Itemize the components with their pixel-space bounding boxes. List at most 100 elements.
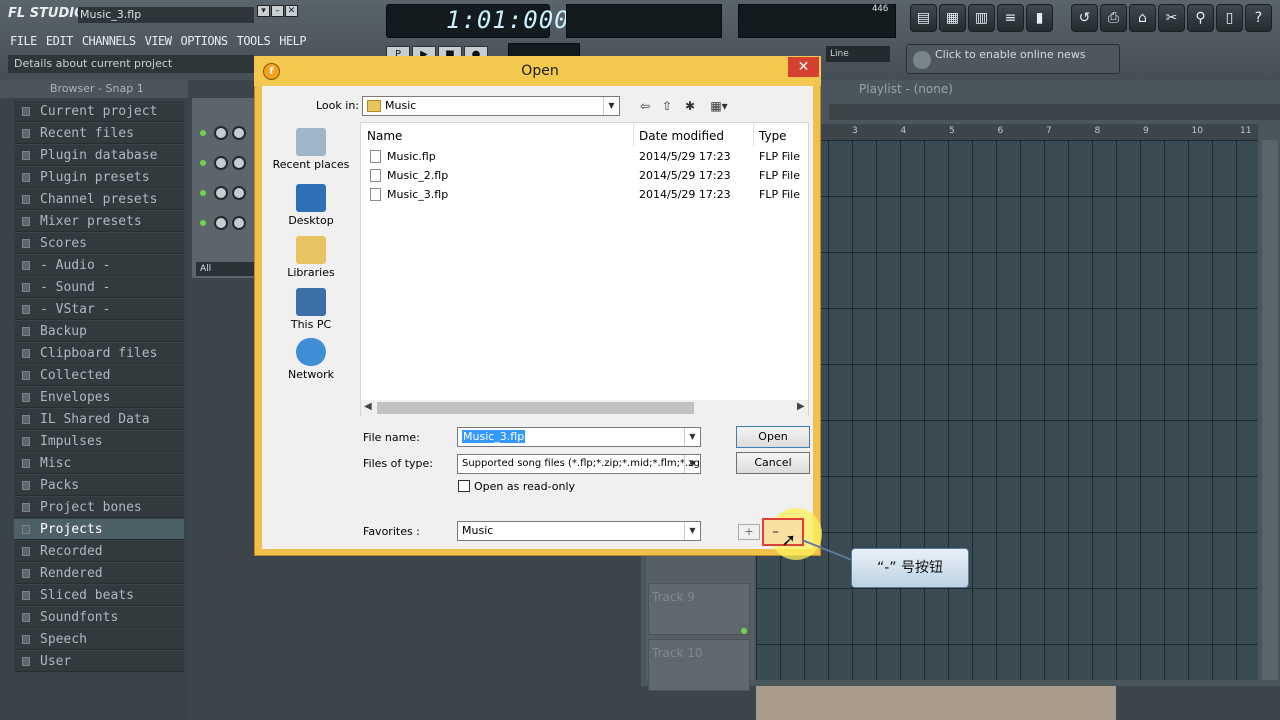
browser-item[interactable]: Misc (14, 453, 184, 474)
up-folder-icon[interactable]: ⇧ (659, 99, 675, 113)
add-favorite-icon[interactable]: + (738, 524, 760, 540)
browser-item[interactable]: Plugin database (14, 145, 184, 166)
save-icon[interactable]: ⎙ (1100, 4, 1127, 32)
column-date[interactable]: Date modified (639, 129, 724, 143)
browser-item[interactable]: Backup (14, 321, 184, 342)
browser-item[interactable]: - VStar - (14, 299, 184, 320)
track-led[interactable] (741, 628, 747, 634)
browser-item[interactable]: Recent files (14, 123, 184, 144)
browser-item[interactable]: Recorded (14, 541, 184, 562)
browser-item[interactable]: Soundfonts (14, 607, 184, 628)
pan-knob[interactable] (232, 186, 246, 200)
back-icon[interactable]: ⇦ (637, 99, 653, 113)
browser-item[interactable]: Impulses (14, 431, 184, 452)
folder-icon (22, 459, 30, 468)
menu-options[interactable]: OPTIONS (181, 34, 229, 48)
playlist-grid[interactable] (756, 140, 1258, 680)
mixer-icon[interactable]: ▮ (1026, 4, 1053, 32)
playlist-icon[interactable]: ▤ (910, 4, 937, 32)
close-window-icon[interactable]: ✕ (285, 5, 298, 17)
browser-item[interactable]: Rendered (14, 563, 184, 584)
news-icon (913, 51, 931, 69)
browser-item[interactable]: - Audio - (14, 255, 184, 276)
browser-item[interactable]: Sliced beats (14, 585, 184, 606)
read-only-checkbox[interactable] (458, 480, 470, 492)
column-type[interactable]: Type (759, 129, 787, 143)
browser-item[interactable]: Projects (14, 519, 184, 540)
notes-icon[interactable]: ▯ (1216, 4, 1243, 32)
place-this-pc[interactable]: This PC (270, 288, 352, 331)
browser-item[interactable]: Speech (14, 629, 184, 650)
playlist-hscroll[interactable] (829, 104, 1280, 120)
close-icon[interactable]: ✕ (788, 57, 819, 77)
browser-item[interactable]: Mixer presets (14, 211, 184, 232)
favorites-label: Favorites : (363, 525, 420, 538)
file-row[interactable]: Music.flp 2014/5/29 17:23 FLP File (370, 148, 806, 167)
file-row[interactable]: Music_3.flp 2014/5/29 17:23 FLP File (370, 186, 806, 205)
browser-icon[interactable]: ≡ (997, 4, 1024, 32)
step-sequencer-icon[interactable]: ▦ (939, 4, 966, 32)
undo-icon[interactable]: ↺ (1071, 4, 1098, 32)
channel-filter[interactable]: All (196, 262, 256, 276)
place-network[interactable]: Network (270, 338, 352, 381)
file-row[interactable]: Music_2.flp 2014/5/29 17:23 FLP File (370, 167, 806, 186)
online-news-panel[interactable]: Click to enable online news (906, 44, 1120, 74)
volume-knob[interactable] (214, 126, 228, 140)
browser-item[interactable]: Plugin presets (14, 167, 184, 188)
browser-item[interactable]: - Sound - (14, 277, 184, 298)
scroll-thumb[interactable] (377, 402, 694, 414)
browser-item[interactable]: User (14, 651, 184, 672)
place-recent[interactable]: Recent places (270, 128, 352, 171)
menu-help[interactable]: HELP (279, 34, 306, 48)
browser-item[interactable]: Project bones (14, 497, 184, 518)
pan-knob[interactable] (232, 216, 246, 230)
new-folder-icon[interactable]: ✱ (682, 99, 698, 113)
browser-item[interactable]: Envelopes (14, 387, 184, 408)
volume-knob[interactable] (214, 216, 228, 230)
browser-item[interactable]: Clipboard files (14, 343, 184, 364)
column-name[interactable]: Name (367, 129, 402, 143)
cancel-button[interactable]: Cancel (736, 452, 810, 474)
menu-channels[interactable]: CHANNELS (82, 34, 136, 48)
view-menu-icon[interactable]: ▦▾ (706, 99, 732, 113)
search-icon[interactable]: ⚲ (1187, 4, 1214, 32)
channel-led[interactable] (200, 130, 206, 136)
playlist-track[interactable]: Track 9 (648, 583, 750, 635)
window-menu-icon[interactable]: ▾ (257, 5, 270, 17)
browser-item[interactable]: IL Shared Data (14, 409, 184, 430)
open-button[interactable]: Open (736, 426, 810, 448)
playlist-vscroll[interactable] (1262, 140, 1278, 680)
snap-selector[interactable]: Line (826, 46, 890, 62)
channel-led[interactable] (200, 220, 206, 226)
file-name-label: File name: (363, 431, 420, 444)
pan-knob[interactable] (232, 156, 246, 170)
render-icon[interactable]: ⌂ (1129, 4, 1156, 32)
browser-item[interactable]: Channel presets (14, 189, 184, 210)
place-libraries[interactable]: Libraries (270, 236, 352, 279)
volume-knob[interactable] (214, 186, 228, 200)
scroll-left-icon[interactable]: ◀ (364, 401, 372, 412)
scroll-right-icon[interactable]: ▶ (797, 401, 805, 412)
channel-led[interactable] (200, 160, 206, 166)
playlist-track[interactable]: Track 10 (648, 639, 750, 691)
place-desktop[interactable]: Desktop (270, 184, 352, 227)
volume-knob[interactable] (214, 156, 228, 170)
browser-item[interactable]: Packs (14, 475, 184, 496)
menu-edit[interactable]: EDIT (46, 34, 73, 48)
channel-led[interactable] (200, 190, 206, 196)
menu-file[interactable]: FILE (10, 34, 37, 48)
favorites-select[interactable]: Music ▼ (457, 521, 701, 541)
look-in-combo[interactable]: Music ▼ (362, 96, 620, 116)
file-name-field[interactable]: Music_3.flp ▼ (457, 427, 701, 447)
browser-item[interactable]: Collected (14, 365, 184, 386)
browser-item[interactable]: Current project (14, 101, 184, 122)
piano-roll-icon[interactable]: ▥ (968, 4, 995, 32)
help-icon[interactable]: ? (1245, 4, 1272, 32)
browser-item[interactable]: Scores (14, 233, 184, 254)
minimize-icon[interactable]: – (271, 5, 284, 17)
files-of-type-select[interactable]: Supported song files (*.flp;*.zip;*.mid;… (457, 454, 701, 474)
pan-knob[interactable] (232, 126, 246, 140)
menu-view[interactable]: VIEW (145, 34, 172, 48)
menu-tools[interactable]: TOOLS (237, 34, 271, 48)
cut-icon[interactable]: ✂ (1158, 4, 1185, 32)
